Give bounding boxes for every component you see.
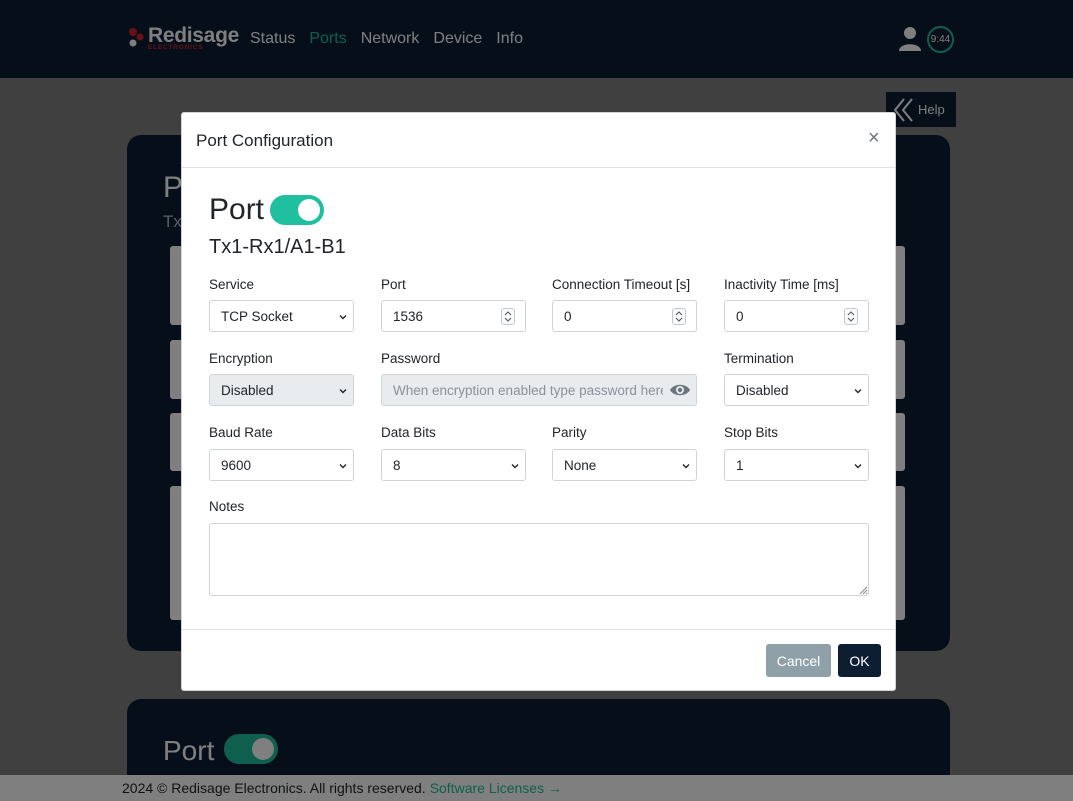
port-heading: Port: [209, 193, 265, 226]
notes-textarea[interactable]: [209, 523, 869, 596]
baud-rate-label: Baud Rate: [209, 425, 273, 440]
data-bits-label: Data Bits: [381, 425, 436, 440]
termination-select[interactable]: Disabled: [724, 374, 869, 406]
stop-bits-label: Stop Bits: [724, 425, 779, 440]
chevron-down-icon: [339, 315, 347, 320]
password-label: Password: [381, 351, 441, 366]
modal-footer: Cancel OK: [182, 629, 895, 690]
cancel-button[interactable]: Cancel: [766, 644, 831, 677]
inactivity-time-label: Inactivity Time [ms]: [724, 277, 839, 292]
encryption-select[interactable]: Disabled: [209, 374, 354, 406]
inactivity-time-input[interactable]: 0: [724, 300, 869, 332]
stepper-icon[interactable]: [501, 308, 515, 325]
resize-grip-icon[interactable]: [858, 585, 868, 595]
parity-select[interactable]: None: [552, 449, 697, 481]
stop-bits-select[interactable]: 1: [724, 449, 869, 481]
chevron-down-icon: [682, 464, 690, 469]
data-bits-select[interactable]: 8: [381, 449, 526, 481]
stepper-icon[interactable]: [672, 308, 686, 325]
chevron-down-icon: [339, 389, 347, 394]
eye-icon[interactable]: [669, 382, 691, 398]
stepper-icon[interactable]: [844, 308, 858, 325]
chevron-down-icon: [511, 464, 519, 469]
service-label: Service: [209, 277, 255, 292]
port-number-input[interactable]: 1536: [381, 300, 526, 332]
service-value: TCP Socket: [221, 308, 293, 324]
connection-timeout-label: Connection Timeout [s]: [552, 277, 691, 292]
encryption-value: Disabled: [221, 382, 274, 398]
connection-timeout-value: 0: [564, 308, 572, 324]
notes-label: Notes: [209, 499, 245, 514]
ok-button[interactable]: OK: [838, 644, 881, 677]
password-input[interactable]: When encryption enabled type password he…: [381, 374, 697, 406]
close-button[interactable]: ×: [868, 127, 880, 150]
chevron-down-icon: [854, 464, 862, 469]
port-enable-toggle[interactable]: [270, 195, 324, 225]
password-placeholder: When encryption enabled type password he…: [393, 382, 663, 398]
port-identifier: Tx1-Rx1/A1-B1: [209, 236, 346, 258]
stop-bits-value: 1: [736, 457, 744, 473]
parity-label: Parity: [552, 425, 587, 440]
baud-rate-select[interactable]: 9600: [209, 449, 354, 481]
modal-header: Port Configuration ×: [182, 113, 895, 168]
port-label: Port: [381, 277, 406, 292]
chevron-down-icon: [339, 464, 347, 469]
baud-rate-value: 9600: [221, 457, 252, 473]
connection-timeout-input[interactable]: 0: [552, 300, 697, 332]
encryption-label: Encryption: [209, 351, 273, 366]
parity-value: None: [564, 457, 597, 473]
port-number-value: 1536: [393, 308, 424, 324]
data-bits-value: 8: [393, 457, 401, 473]
port-configuration-modal: Port Configuration × Port Tx1-Rx1/A1-B1 …: [181, 112, 896, 691]
inactivity-time-value: 0: [736, 308, 744, 324]
service-select[interactable]: TCP Socket: [209, 300, 354, 332]
termination-value: Disabled: [736, 382, 789, 398]
chevron-down-icon: [854, 389, 862, 394]
termination-label: Termination: [724, 351, 794, 366]
modal-title: Port Configuration: [196, 131, 334, 150]
